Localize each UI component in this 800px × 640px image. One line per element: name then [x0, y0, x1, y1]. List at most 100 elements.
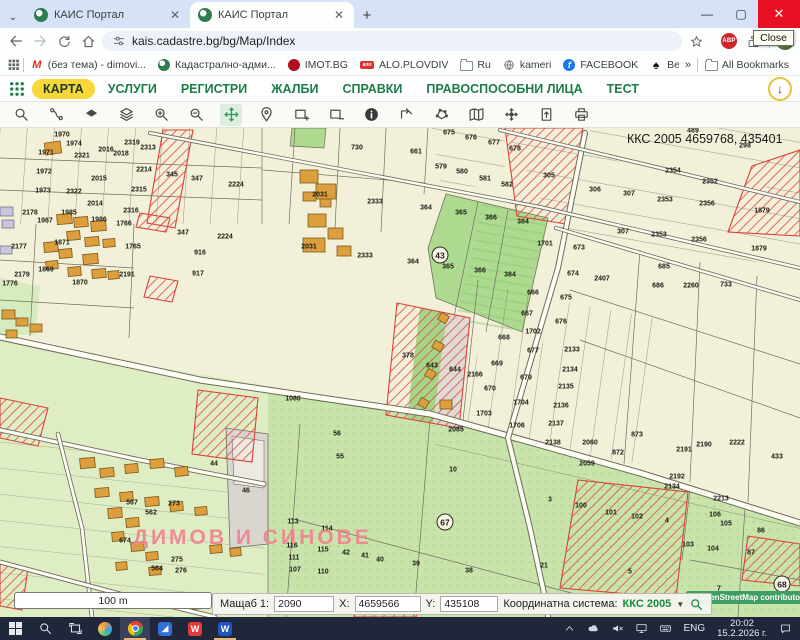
bookmark-label: Ru [477, 59, 490, 71]
building [145, 496, 160, 506]
crs-label: Координатна система: [503, 598, 617, 610]
building [320, 199, 331, 207]
pan-icon[interactable] [220, 104, 242, 126]
window-minimize-button[interactable]: — [690, 0, 724, 28]
new-tab-button[interactable]: + [354, 2, 380, 28]
tab-close-icon[interactable]: ✕ [332, 8, 346, 22]
window-maximize-button[interactable]: ▢ [724, 0, 758, 28]
building [46, 260, 59, 269]
forward-icon[interactable] [30, 31, 50, 51]
blue-app-icon[interactable]: ◢ [150, 617, 180, 640]
bookmark-item[interactable]: fFACEBOOK [558, 57, 643, 73]
apps-grid-icon[interactable] [6, 55, 21, 75]
bookmark-item[interactable]: ♠Belot.BG [645, 57, 679, 73]
browser-tab-strip: ⌄ КАИС Портал ✕ КАИС Портал ✕ + — ▢ ✕ [0, 0, 800, 28]
bookmark-label: (без тема) - dimovi... [48, 59, 146, 71]
info-icon[interactable] [360, 104, 382, 126]
menu-dots-icon [8, 80, 26, 98]
location-pin-icon[interactable] [255, 104, 277, 126]
building [92, 268, 107, 278]
browser-tab-2-active[interactable]: КАИС Портал ✕ [190, 2, 354, 28]
export-icon[interactable] [535, 104, 557, 126]
bookmark-item[interactable]: kameri [498, 57, 557, 73]
url-text[interactable]: kais.cadastre.bg/bg/Map/Index [132, 34, 295, 48]
crs-dropdown[interactable]: ККС 2005 [623, 598, 672, 610]
search-icon[interactable] [10, 104, 32, 126]
reload-icon[interactable] [54, 31, 74, 51]
nav-item-3[interactable]: РЕГИСТРИ [170, 79, 258, 99]
scale-input[interactable] [274, 596, 334, 612]
select-rect-plus-icon[interactable] [290, 104, 312, 126]
bookmark-label: kameri [520, 59, 552, 71]
adblock-extension-icon[interactable]: ABP [721, 33, 737, 49]
apartment-building [0, 207, 13, 216]
system-tray: ENG 20:02 15.2.2026 г. [558, 617, 800, 640]
crosshair-icon[interactable] [500, 104, 522, 126]
window-close-button[interactable]: ✕ [758, 0, 800, 28]
zoom-out-icon[interactable] [185, 104, 207, 126]
y-coordinate-input[interactable] [440, 596, 498, 612]
bookmark-item[interactable]: Кадастрално-адми... [153, 57, 281, 73]
taskbar-search-icon[interactable] [30, 617, 60, 640]
corner-arrow-icon[interactable] [395, 104, 417, 126]
building [59, 248, 73, 258]
nav-item-2[interactable]: УСЛУГИ [97, 79, 168, 99]
nav-item-4[interactable]: ЖАЛБИ [260, 79, 329, 99]
bookmarks-overflow-chevron[interactable]: » [681, 59, 695, 71]
site-favicon [198, 8, 212, 22]
back-icon[interactable] [6, 31, 26, 51]
tab-title: КАИС Портал [218, 9, 326, 21]
keyboard-icon[interactable] [654, 617, 676, 640]
coordinate-search-icon[interactable] [689, 597, 704, 612]
nav-item-7[interactable]: ТЕСТ [596, 79, 650, 99]
action-center-icon[interactable] [774, 617, 796, 640]
word-app-icon[interactable]: W [210, 617, 240, 640]
bookmark-item[interactable]: Ru [455, 57, 495, 73]
bookmark-star-icon[interactable] [686, 31, 706, 51]
cadastre-map-viewport[interactable]: 1970197419712321201623192313201819722015… [0, 128, 800, 617]
scroll-down-button[interactable]: ↓ [768, 77, 792, 101]
all-bookmarks-button[interactable]: All Bookmarks [700, 57, 794, 73]
network-icon[interactable] [630, 617, 652, 640]
browser-tab-1[interactable]: КАИС Портал ✕ [26, 2, 190, 28]
building [100, 467, 115, 477]
nav-item-6[interactable]: ПРАВОСПОСОБНИ ЛИЦА [415, 79, 593, 99]
bookmark-label: FACEBOOK [580, 59, 638, 71]
home-icon[interactable] [78, 31, 98, 51]
layer-icon[interactable] [80, 104, 102, 126]
tray-chevron-up-icon[interactable] [558, 617, 580, 640]
building [80, 457, 96, 468]
zoom-in-icon[interactable] [150, 104, 172, 126]
tab-search-chevron-icon[interactable]: ⌄ [0, 6, 26, 28]
volume-muted-icon[interactable] [606, 617, 628, 640]
apartment-building [2, 220, 14, 228]
bookmark-item[interactable]: M(без тема) - dimovi... [26, 57, 151, 73]
polygon-select-icon[interactable] [430, 104, 452, 126]
alo-icon: ало [360, 61, 374, 69]
building [2, 310, 15, 319]
nav-item-1[interactable]: КАРТА [32, 79, 95, 99]
x-coordinate-input[interactable] [355, 596, 421, 612]
bookmark-item[interactable]: IMOT.BG [283, 57, 353, 73]
url-omnibox[interactable]: kais.cadastre.bg/bg/Map/Index [102, 31, 682, 51]
screen: ⌄ КАИС Портал ✕ КАИС Портал ✕ + — ▢ ✕ Cl… [0, 0, 800, 640]
start-button[interactable] [0, 617, 30, 640]
task-view-icon[interactable] [60, 617, 90, 640]
taskbar-clock[interactable]: 20:02 15.2.2026 г. [712, 619, 772, 639]
building [120, 491, 134, 501]
onedrive-cloud-icon[interactable] [582, 617, 604, 640]
route-icon[interactable] [45, 104, 67, 126]
paint3d-app-icon[interactable] [90, 617, 120, 640]
layers-icon[interactable] [115, 104, 137, 126]
print-icon[interactable] [570, 104, 592, 126]
map-sheets-icon[interactable] [465, 104, 487, 126]
bookmark-item[interactable]: алоALO.PLOVDIV [355, 57, 453, 73]
nav-item-5[interactable]: СПРАВКИ [331, 79, 413, 99]
language-indicator[interactable]: ENG [678, 623, 710, 634]
wps-app-icon[interactable]: W [180, 617, 210, 640]
building [108, 271, 120, 280]
chevron-down-icon[interactable]: ▼ [676, 600, 684, 609]
chrome-app-icon[interactable] [120, 617, 150, 640]
select-rect-minus-icon[interactable] [325, 104, 347, 126]
tab-close-icon[interactable]: ✕ [168, 8, 182, 22]
